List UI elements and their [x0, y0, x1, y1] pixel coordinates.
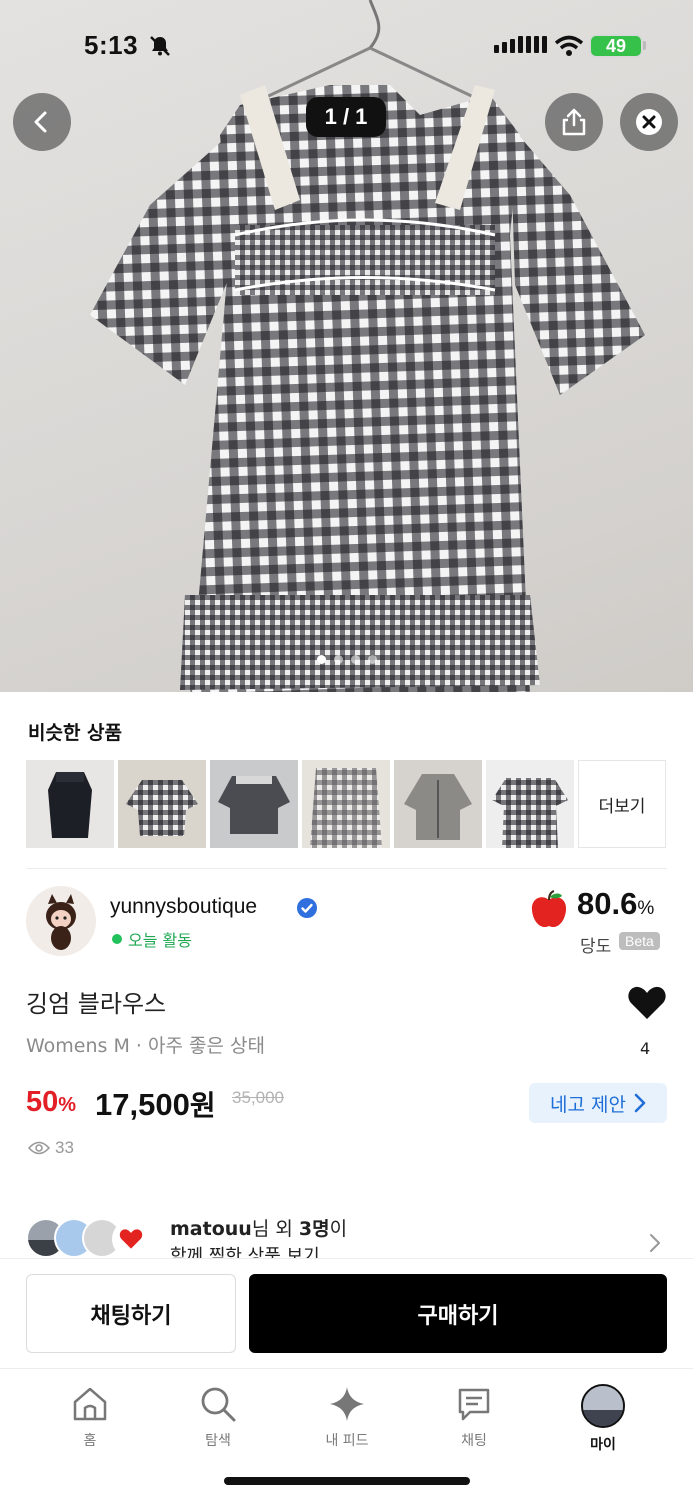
similar-products-title: 비슷한 상품: [28, 722, 123, 744]
status-time: 5:13: [84, 30, 139, 60]
watcher-suffix: 님 외: [251, 1218, 299, 1240]
section-divider: [26, 868, 667, 869]
view-count: 33: [28, 1138, 74, 1158]
watcher-name: matouu: [170, 1218, 252, 1240]
chevron-left-icon: [34, 111, 47, 133]
sweetness-rating: 80.6%: [577, 886, 654, 922]
similar-more-button[interactable]: 더보기: [578, 760, 666, 848]
close-icon: [636, 109, 662, 135]
verified-badge-icon: [297, 898, 317, 918]
seller-avatar[interactable]: [26, 886, 96, 956]
home-icon: [73, 1387, 107, 1421]
tab-my-feed[interactable]: 내 피드: [307, 1384, 387, 1450]
watcher-heart-badge: [112, 1220, 150, 1258]
profile-avatar: [581, 1384, 625, 1428]
watchers-subtext[interactable]: 함께 찜한 상품 보기: [170, 1242, 320, 1258]
like-count: 4: [640, 1039, 651, 1058]
similar-product-thumbnail[interactable]: [486, 760, 574, 848]
blouse-graphic: [90, 85, 645, 692]
heart-icon[interactable]: [627, 985, 667, 1021]
home-indicator: [224, 1477, 470, 1485]
activity-status: 오늘 활동: [128, 931, 192, 950]
product-detail-screen: 5:13 49 1 / 1 비슷한 상품 더보기 yunnysboutique …: [0, 0, 693, 1500]
watchers-text[interactable]: matouu님 외 3명이: [170, 1214, 347, 1241]
watcher-count: 3명: [298, 1218, 330, 1240]
tab-label: 채팅: [461, 1433, 487, 1449]
discount-value: 50: [26, 1086, 59, 1118]
tab-explore[interactable]: 탐색: [178, 1384, 258, 1450]
tab-my[interactable]: 마이: [563, 1384, 643, 1454]
tab-label: 마이: [590, 1437, 616, 1453]
watchers-avatar-stack[interactable]: [26, 1216, 156, 1260]
signal-icon: [494, 36, 547, 53]
gallery-page-indicator: [0, 655, 693, 664]
page-dot: [367, 655, 377, 664]
product-condition: Womens M · 아주 좋은 상태: [26, 1035, 265, 1057]
discount-unit: %: [58, 1094, 77, 1116]
tab-home[interactable]: 홈: [50, 1384, 130, 1450]
close-button[interactable]: [620, 93, 678, 151]
share-icon: [562, 108, 586, 136]
price-value: 17,500: [95, 1087, 190, 1122]
image-counter: 1 / 1: [306, 97, 386, 137]
wifi-icon: [554, 35, 584, 56]
original-price: 35,000: [232, 1088, 284, 1107]
chevron-right-icon[interactable]: [647, 1231, 663, 1255]
active-status-dot: [112, 934, 122, 944]
similar-product-thumbnail[interactable]: [394, 760, 482, 848]
tab-chat[interactable]: 채팅: [434, 1384, 514, 1450]
battery-tip: [643, 41, 646, 50]
page-dot: [350, 655, 360, 664]
seller-name[interactable]: yunnysboutique: [110, 895, 257, 919]
similar-products-list: 더보기: [26, 760, 666, 848]
tab-label: 홈: [83, 1433, 97, 1449]
price-unit: 원: [189, 1089, 216, 1122]
similar-product-thumbnail[interactable]: [302, 760, 390, 848]
rating-label: 당도: [580, 937, 612, 957]
offer-label: 네고 제안: [550, 1093, 626, 1116]
share-button[interactable]: [545, 93, 603, 151]
watcher-suffix-end: 이: [329, 1218, 348, 1240]
similar-product-thumbnail[interactable]: [118, 760, 206, 848]
product-title: 깅엄 블라우스: [26, 990, 167, 1018]
apple-icon: [531, 890, 567, 928]
page-dot: [316, 655, 326, 664]
chat-icon: [458, 1388, 490, 1421]
eye-icon: [28, 1141, 50, 1155]
tab-label: 탐색: [205, 1433, 231, 1449]
make-offer-button[interactable]: 네고 제안: [529, 1083, 667, 1123]
page-dot: [333, 655, 343, 664]
beta-badge: Beta: [619, 932, 660, 950]
rating-value: 80.6: [577, 886, 638, 921]
bell-muted-icon: [150, 36, 170, 56]
similar-product-thumbnail[interactable]: [210, 760, 298, 848]
sale-price: 17,500원: [95, 1084, 216, 1124]
discount-rate: 50%: [26, 1086, 76, 1119]
rating-unit: %: [637, 898, 655, 919]
chevron-right-icon: [634, 1093, 646, 1113]
sparkle-icon: [330, 1387, 364, 1421]
view-count-value: 33: [55, 1138, 74, 1157]
buy-button[interactable]: 구매하기: [249, 1274, 667, 1353]
search-icon: [201, 1387, 236, 1422]
back-button[interactable]: [13, 93, 71, 151]
heart-icon: [119, 1229, 143, 1249]
similar-product-thumbnail[interactable]: [26, 760, 114, 848]
chat-button[interactable]: 채팅하기: [26, 1274, 236, 1353]
battery-indicator: 49: [589, 34, 643, 58]
tab-label: 내 피드: [325, 1433, 369, 1449]
